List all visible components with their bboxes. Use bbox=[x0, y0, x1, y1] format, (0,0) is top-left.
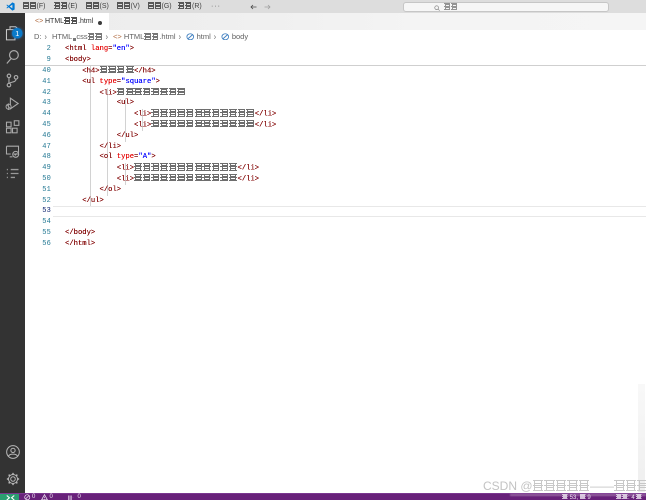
svg-text:1: 1 bbox=[15, 29, 19, 38]
